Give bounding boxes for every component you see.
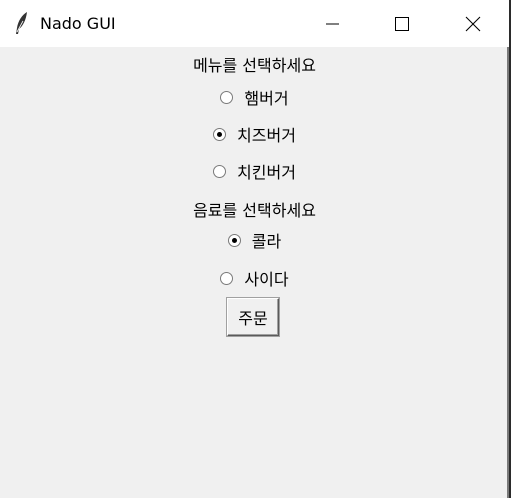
title-bar[interactable]: Nado GUI <box>0 0 509 47</box>
radio-button[interactable] <box>213 164 227 178</box>
drink-label: 음료를 선택하세요 <box>193 201 316 220</box>
maximize-icon <box>394 16 410 32</box>
minimize-icon <box>325 17 339 31</box>
window-content: 메뉴를 선택하세요 햄버거 치즈버거 치킨버거 음료를 선택하세요 콜라 사이다… <box>0 47 509 498</box>
radio-label: 치즈버거 <box>237 126 296 145</box>
close-button[interactable] <box>443 0 503 47</box>
radio-label: 콜라 <box>251 232 282 251</box>
radio-button[interactable] <box>220 271 234 285</box>
radio-button[interactable] <box>213 127 227 141</box>
app-window: Nado GUI 메뉴를 선택하세요 햄버거 치즈버거 치킨버거 음료를 선택하… <box>0 0 509 498</box>
radio-button[interactable] <box>227 233 241 247</box>
radio-menu-chickenburger[interactable]: 치킨버거 <box>0 158 509 184</box>
radio-label: 치킨버거 <box>237 163 296 182</box>
menu-label: 메뉴를 선택하세요 <box>193 56 316 75</box>
close-icon <box>465 16 481 32</box>
radio-menu-hamburger[interactable]: 햄버거 <box>0 84 509 110</box>
maximize-button[interactable] <box>372 0 432 47</box>
radio-label: 햄버거 <box>244 89 289 108</box>
feather-icon <box>14 11 30 35</box>
radio-label: 사이다 <box>244 270 289 289</box>
order-button[interactable]: 주문 <box>227 298 279 336</box>
window-title: Nado GUI <box>40 14 116 33</box>
radio-drink-cola[interactable]: 콜라 <box>0 227 509 253</box>
minimize-button[interactable] <box>302 0 362 47</box>
radio-menu-cheeseburger[interactable]: 치즈버거 <box>0 121 509 147</box>
radio-button[interactable] <box>220 90 234 104</box>
radio-drink-cider[interactable]: 사이다 <box>0 265 509 291</box>
